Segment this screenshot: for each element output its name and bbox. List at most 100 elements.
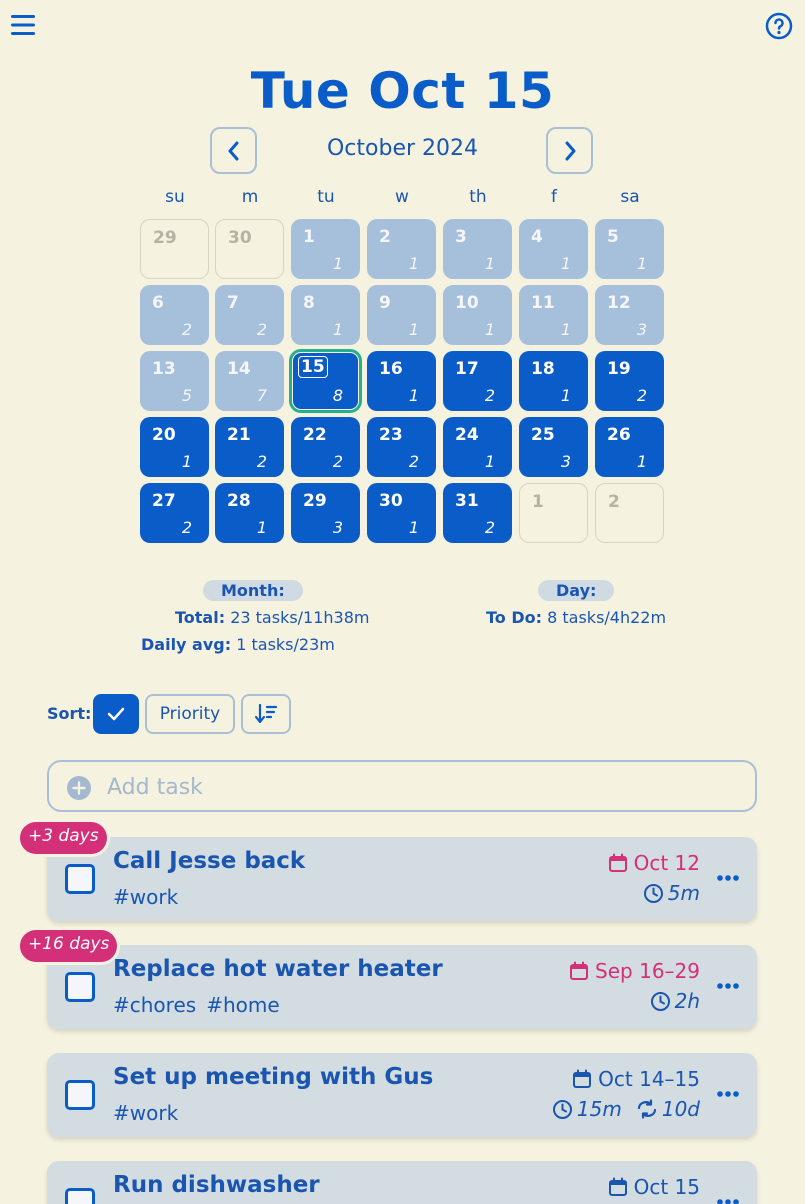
task-checkbox[interactable] [65,1188,95,1204]
clock-icon [643,883,664,904]
hamburger-menu-icon[interactable] [10,12,36,38]
calendar-day[interactable]: 17 2 [443,351,512,411]
task-card[interactable]: Call Jesse back #work Oct 12 5m [47,837,757,921]
task-meta: 5m [643,881,700,905]
task-checkbox[interactable] [65,972,95,1002]
calendar-day[interactable]: 30 1 [367,483,436,543]
calendar-day[interactable]: 11 1 [519,285,588,345]
calendar-day[interactable]: 19 2 [595,351,664,411]
calendar-day[interactable]: 12 3 [595,285,664,345]
calendar-day[interactable]: 22 2 [291,417,360,477]
sort-label: Sort: [47,704,92,723]
next-month-button[interactable] [546,127,593,174]
calendar-day[interactable]: 81 [291,285,360,345]
calendar-day[interactable]: 62 [140,285,209,345]
more-options-icon[interactable] [715,869,741,887]
day-number: 16 [379,359,403,379]
help-circle-icon[interactable] [765,12,793,40]
add-task-input[interactable] [107,770,727,804]
calendar-day[interactable]: 72 [215,285,284,345]
task-title[interactable]: Set up meeting with Gus [113,1064,433,1090]
task-tag[interactable]: #work [113,1101,178,1125]
day-number: 23 [379,425,403,445]
more-options-icon[interactable] [715,1085,741,1103]
task-due-date[interactable]: Sep 16–29 [569,959,700,983]
weekday-header: th [469,187,487,207]
calendar-day[interactable]: 18 1 [519,351,588,411]
task-title[interactable]: Call Jesse back [113,848,305,874]
calendar-day[interactable]: 30 [215,219,284,279]
day-number: 30 [379,491,403,511]
clock-icon [552,1099,573,1120]
day-number: 6 [152,293,164,313]
month-stats-label: Month: [203,580,303,601]
calendar-day[interactable]: 10 1 [443,285,512,345]
sort-order-button[interactable] [241,694,291,734]
overdue-badge: +16 days [20,930,118,962]
daily-avg-key: Daily avg: [141,635,232,654]
day-task-count: 1 [636,254,648,273]
day-todo-value: 8 tasks/4h22m [547,608,667,627]
task-due-date[interactable]: Oct 14–15 [572,1067,700,1091]
day-task-count: 1 [256,518,268,537]
task-due-date[interactable]: Oct 12 [608,851,700,875]
calendar-day[interactable]: 16 1 [367,351,436,411]
task-card[interactable]: Set up meeting with Gus #work Oct 14–15 15m… [47,1053,757,1137]
calendar-day[interactable]: 31 2 [443,483,512,543]
task-tag[interactable]: #work [113,885,178,909]
calendar-day[interactable]: 29 [140,219,209,279]
calendar-day[interactable]: 29 3 [291,483,360,543]
calendar-day-today[interactable]: 15 8 [289,349,362,413]
task-title[interactable]: Replace hot water heater [113,956,443,982]
day-task-count: 2 [484,518,496,537]
calendar-day[interactable]: 51 [595,219,664,279]
calendar-day[interactable]: 24 1 [443,417,512,477]
day-number: 22 [303,425,327,445]
task-card[interactable]: Run dishwasher Oct 15 [47,1161,757,1204]
more-options-icon[interactable] [715,1193,741,1204]
task-card[interactable]: Replace hot water heater #chores #home Sep … [47,945,757,1029]
plus-circle-icon[interactable] [67,776,91,800]
task-due-date[interactable]: Oct 15 [608,1175,700,1199]
weekday-header: f [551,187,557,207]
calendar-day[interactable]: 23 2 [367,417,436,477]
task-tags: #chores #home [113,993,290,1017]
day-number: 28 [227,491,251,511]
calendar-day[interactable]: 31 [443,219,512,279]
weekday-header: tu [317,187,335,207]
month-label: October 2024 [326,136,479,161]
day-stats-label: Day: [538,580,615,601]
day-number: 25 [531,425,555,445]
calendar-day[interactable]: 21 [367,219,436,279]
day-number: 2 [379,227,391,247]
calendar-day[interactable]: 41 [519,219,588,279]
day-task-count: 2 [181,320,193,339]
sort-completion-button[interactable] [93,694,139,734]
more-options-icon[interactable] [715,977,741,995]
calendar-day[interactable]: 21 2 [215,417,284,477]
calendar-icon [608,853,628,873]
calendar-day[interactable]: 91 [367,285,436,345]
day-task-count: 3 [636,320,648,339]
task-checkbox[interactable] [65,1080,95,1110]
calendar-day[interactable]: 2 [595,483,664,543]
task-date-text: Sep 16–29 [595,959,700,983]
calendar-day[interactable]: 1 [519,483,588,543]
task-checkbox[interactable] [65,864,95,894]
calendar-day[interactable]: 14 7 [215,351,284,411]
calendar-day[interactable]: 13 5 [140,351,209,411]
calendar-day[interactable]: 20 1 [140,417,209,477]
task-title[interactable]: Run dishwasher [113,1172,320,1198]
day-task-count: 8 [332,386,344,405]
calendar-day[interactable]: 11 [291,219,360,279]
month-total-value: 23 tasks/11h38m [230,608,370,627]
calendar-day[interactable]: 28 1 [215,483,284,543]
calendar-day[interactable]: 27 2 [140,483,209,543]
task-tag[interactable]: #home [206,993,279,1017]
sort-priority-button[interactable]: Priority [145,694,235,734]
day-number: 12 [607,293,631,313]
calendar-day[interactable]: 26 1 [595,417,664,477]
add-task-field[interactable] [47,760,757,812]
calendar-day[interactable]: 25 3 [519,417,588,477]
task-tag[interactable]: #chores [113,993,196,1017]
